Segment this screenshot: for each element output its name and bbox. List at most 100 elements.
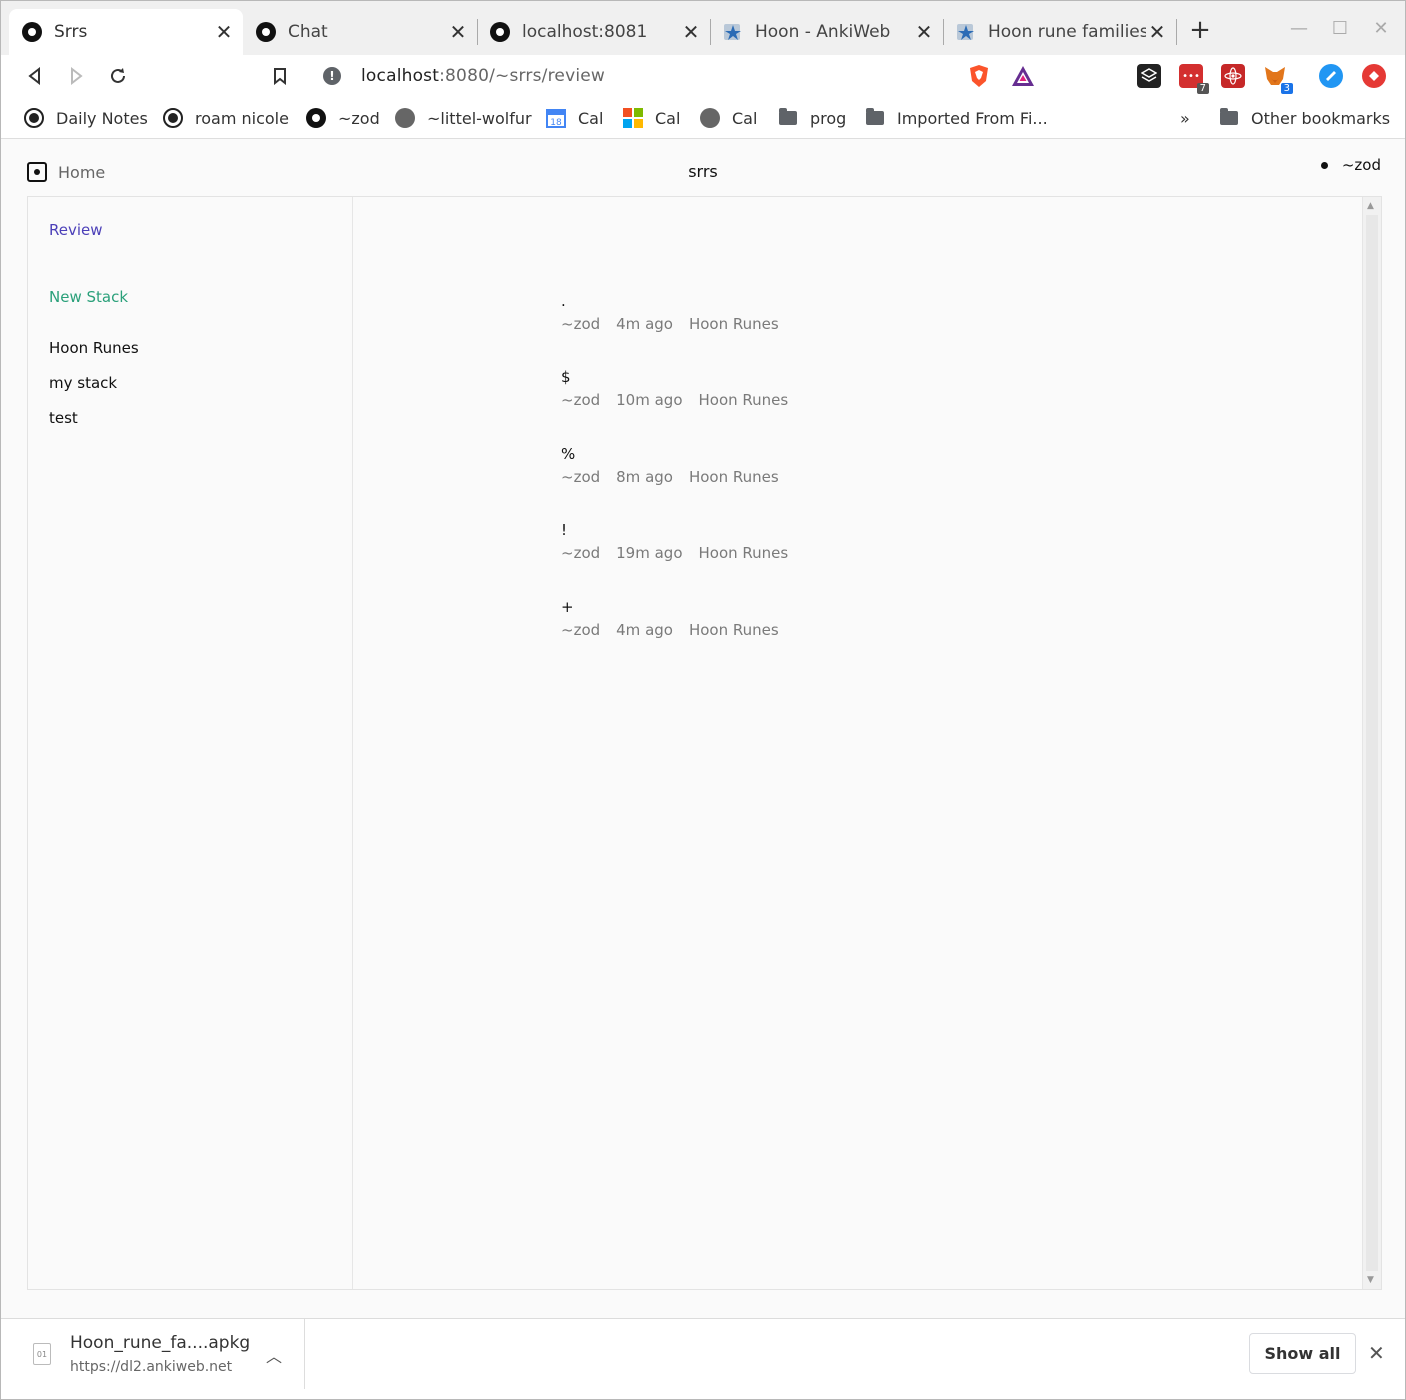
bookmarks-overflow-button[interactable]: » bbox=[1180, 106, 1190, 130]
forward-button[interactable] bbox=[63, 63, 89, 89]
new-stack-link[interactable]: New Stack bbox=[49, 288, 128, 306]
address-bar[interactable]: ! localhost:8080/~srrs/review bbox=[307, 57, 1047, 95]
close-tab-icon[interactable]: ✕ bbox=[1146, 21, 1168, 43]
review-item-meta: ~zod 4m ago Hoon Runes bbox=[561, 621, 795, 639]
roam-icon bbox=[24, 108, 44, 128]
download-source: https://dl2.ankiweb.net bbox=[70, 1359, 233, 1375]
close-icon[interactable]: ✕ bbox=[1368, 1341, 1385, 1365]
metamask-icon[interactable]: 3 bbox=[1263, 64, 1293, 94]
extension-blue-icon[interactable] bbox=[1319, 64, 1343, 88]
close-tab-icon[interactable]: ✕ bbox=[680, 21, 702, 43]
bookmark-label: Cal bbox=[655, 108, 681, 128]
bookmark-cal-globe[interactable]: Cal bbox=[700, 106, 757, 130]
bookmark-roam-nicole[interactable]: roam nicole bbox=[163, 106, 289, 130]
review-item-rune[interactable]: ! bbox=[561, 520, 804, 544]
stack-list: Hoon Runes my stack test bbox=[49, 339, 139, 444]
review-item-rune[interactable]: $ bbox=[561, 367, 804, 391]
bookmark-cal-google[interactable]: 18 Cal bbox=[546, 106, 603, 130]
url-text: localhost:8080/~srrs/review bbox=[361, 66, 606, 86]
download-filename[interactable]: Hoon_rune_fa....apkg bbox=[70, 1333, 250, 1353]
review-item-stack: Hoon Runes bbox=[688, 315, 779, 333]
extension-react-icon[interactable] bbox=[1221, 64, 1245, 88]
extension-layers-icon[interactable] bbox=[1137, 64, 1161, 88]
stack-item-hoon-runes[interactable]: Hoon Runes bbox=[49, 339, 139, 374]
stack-item-test[interactable]: test bbox=[49, 409, 139, 444]
tab-title: Hoon - AnkiWeb bbox=[755, 22, 891, 42]
close-tab-icon[interactable]: ✕ bbox=[213, 21, 235, 43]
urbit-icon bbox=[306, 108, 326, 128]
bookmarks-bar: Daily Notes roam nicole ~zod ~littel-wol… bbox=[1, 97, 1405, 139]
urbit-icon bbox=[490, 22, 510, 42]
bookmark-folder-prog[interactable]: prog bbox=[778, 106, 846, 130]
bookmark-daily-notes[interactable]: Daily Notes bbox=[24, 106, 148, 130]
review-item-rune[interactable]: % bbox=[561, 444, 795, 468]
globe-icon bbox=[700, 108, 720, 128]
review-item[interactable]: . ~zod 4m ago Hoon Runes bbox=[561, 291, 795, 333]
scroll-up-icon[interactable]: ▲ bbox=[1367, 201, 1374, 211]
bookmark-label: Cal bbox=[578, 108, 604, 128]
review-item-age: 4m ago bbox=[616, 315, 673, 333]
tab-ankiweb[interactable]: Hoon - AnkiWeb ✕ bbox=[710, 9, 943, 55]
bookmark-zod[interactable]: ~zod bbox=[306, 106, 380, 130]
review-item-rune[interactable]: + bbox=[561, 597, 795, 621]
bookmark-other-bookmarks[interactable]: Other bookmarks bbox=[1219, 106, 1390, 130]
close-window-button[interactable]: ✕ bbox=[1368, 15, 1394, 41]
maximize-button[interactable]: ☐ bbox=[1327, 15, 1353, 41]
close-tab-icon[interactable]: ✕ bbox=[447, 21, 469, 43]
tab-chat[interactable]: Chat ✕ bbox=[243, 9, 477, 55]
globe-icon bbox=[395, 108, 415, 128]
review-item-age: 10m ago bbox=[616, 391, 683, 409]
bookmark-label: Imported From Fi... bbox=[897, 108, 1048, 128]
urbit-icon bbox=[256, 22, 276, 42]
site-info-icon[interactable]: ! bbox=[323, 67, 341, 85]
show-all-button[interactable]: Show all bbox=[1249, 1333, 1356, 1374]
forward-icon bbox=[71, 67, 83, 85]
bookmark-cal-microsoft[interactable]: Cal bbox=[623, 106, 680, 130]
close-tab-icon[interactable]: ✕ bbox=[913, 21, 935, 43]
sidebar: Review New Stack Hoon Runes my stack tes… bbox=[28, 197, 353, 1289]
review-item-meta: ~zod 19m ago Hoon Runes bbox=[561, 544, 804, 562]
scroll-thumb[interactable] bbox=[1366, 215, 1378, 1271]
review-item-meta: ~zod 4m ago Hoon Runes bbox=[561, 315, 795, 333]
tab-hoon-rune-families[interactable]: Hoon rune families - ✕ bbox=[943, 9, 1176, 55]
bookmark-littel-wolfur[interactable]: ~littel-wolfur bbox=[395, 106, 532, 130]
sidebar-review-link[interactable]: Review bbox=[49, 221, 103, 239]
extension-todo-icon[interactable]: ••• 7 bbox=[1179, 64, 1209, 94]
review-item[interactable]: + ~zod 4m ago Hoon Runes bbox=[561, 597, 795, 639]
bookmark-label: roam nicole bbox=[195, 108, 289, 128]
extension-red-icon[interactable] bbox=[1362, 64, 1386, 88]
ship-name: ~zod bbox=[1341, 156, 1381, 174]
brave-shield-icon[interactable] bbox=[967, 64, 991, 88]
chevron-up-icon[interactable]: ︿ bbox=[266, 1343, 282, 1367]
review-item[interactable]: ! ~zod 19m ago Hoon Runes bbox=[561, 520, 804, 562]
folder-icon bbox=[1219, 108, 1239, 128]
new-tab-button[interactable]: + bbox=[1187, 15, 1213, 45]
back-icon bbox=[28, 67, 40, 85]
bookmark-label: Cal bbox=[732, 108, 758, 128]
ship-indicator: ~zod bbox=[1320, 156, 1381, 174]
bookmark-label: Daily Notes bbox=[56, 108, 148, 128]
brave-rewards-icon[interactable] bbox=[1011, 64, 1035, 88]
reload-button[interactable] bbox=[105, 63, 131, 89]
review-item[interactable]: $ ~zod 10m ago Hoon Runes bbox=[561, 367, 804, 409]
review-list: . ~zod 4m ago Hoon Runes $ ~zod 10m ago … bbox=[354, 197, 1362, 1289]
file-icon: 01 bbox=[33, 1343, 51, 1365]
bookmark-folder-imported[interactable]: Imported From Fi... bbox=[865, 106, 1048, 130]
minimize-button[interactable]: — bbox=[1286, 15, 1312, 41]
tab-srrs[interactable]: Srrs ✕ bbox=[9, 9, 243, 55]
tab-title: Hoon rune families - bbox=[988, 22, 1146, 42]
anki-icon bbox=[956, 22, 976, 42]
content-scrollbar[interactable]: ▲ ▼ bbox=[1362, 197, 1381, 1289]
bookmark-button[interactable] bbox=[267, 63, 293, 89]
divider bbox=[304, 1319, 305, 1389]
tab-strip: Srrs ✕ Chat ✕ localhost:8081 ✕ Hoon - An… bbox=[1, 1, 1405, 55]
tab-localhost[interactable]: localhost:8081 ✕ bbox=[477, 9, 710, 55]
back-button[interactable] bbox=[22, 63, 48, 89]
folder-icon bbox=[778, 108, 798, 128]
review-item-rune[interactable]: . bbox=[561, 291, 795, 315]
review-item[interactable]: % ~zod 8m ago Hoon Runes bbox=[561, 444, 795, 486]
review-item-author: ~zod bbox=[561, 468, 601, 486]
scroll-down-icon[interactable]: ▼ bbox=[1367, 1275, 1374, 1285]
stack-item-my-stack[interactable]: my stack bbox=[49, 374, 139, 409]
reload-icon bbox=[111, 68, 125, 83]
